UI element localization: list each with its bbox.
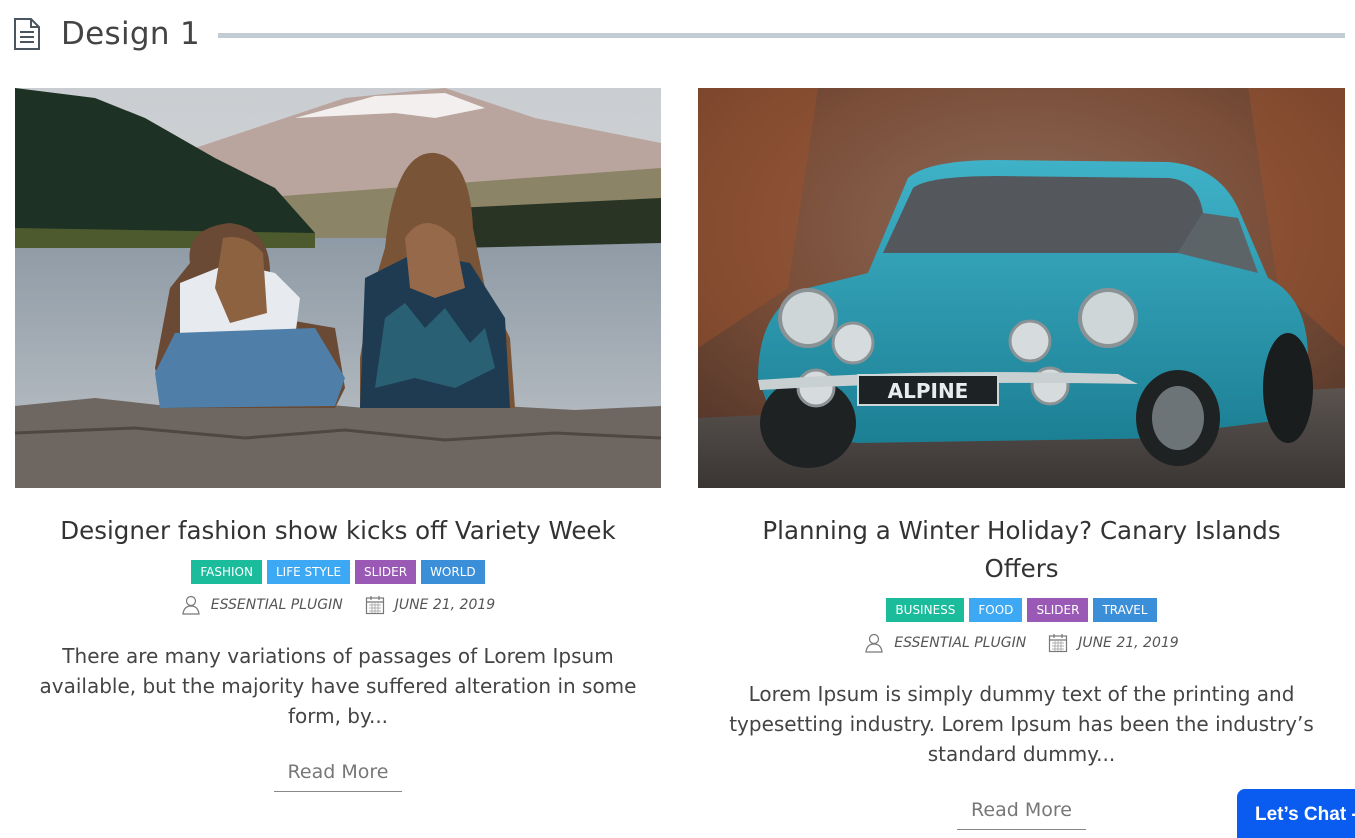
post-title[interactable]: Planning a Winter Holiday? Canary Island… xyxy=(698,512,1345,588)
date-text: JUNE 21, 2019 xyxy=(394,597,496,613)
post-date: JUNE 21, 2019 xyxy=(1048,633,1179,653)
tag-food[interactable]: FOOD xyxy=(969,598,1023,622)
calendar-icon xyxy=(1049,634,1068,653)
post-excerpt: There are many variations of passages of… xyxy=(39,644,637,728)
read-more-link[interactable]: Read More xyxy=(273,761,403,792)
tag-business[interactable]: BUSINESS xyxy=(886,598,965,622)
post-tags: FASHION LIFE STYLE SLIDER WORLD xyxy=(15,560,661,584)
post-author: ESSENTIAL PLUGIN xyxy=(181,595,343,615)
post-title[interactable]: Designer fashion show kicks off Variety … xyxy=(15,512,661,550)
tag-life-style[interactable]: LIFE STYLE xyxy=(266,560,351,584)
post-image-link[interactable] xyxy=(15,88,661,488)
post-excerpt: Lorem Ipsum is simply dummy text of the … xyxy=(729,682,1314,766)
tag-slider[interactable]: SLIDER xyxy=(355,560,417,584)
user-icon xyxy=(182,595,200,615)
read-more-wrap: Read More xyxy=(15,761,661,792)
date-text: JUNE 21, 2019 xyxy=(1078,635,1179,651)
author-name: ESSENTIAL PLUGIN xyxy=(210,597,343,613)
tag-slider[interactable]: SLIDER xyxy=(1027,598,1089,622)
chat-widget-button[interactable]: Let’s Chat - xyxy=(1237,789,1355,838)
section-title: Design 1 xyxy=(61,16,201,52)
post-image-car: ALPINE xyxy=(698,88,1345,488)
post-meta: ESSENTIAL PLUGIN JUNE 21, 2019 xyxy=(698,633,1345,653)
post-image-lake xyxy=(15,88,661,488)
tag-travel[interactable]: TRAVEL xyxy=(1093,598,1157,622)
post-meta: ESSENTIAL PLUGIN JUNE 21, 2019 xyxy=(15,595,661,615)
author-name: ESSENTIAL PLUGIN xyxy=(894,635,1027,651)
post-tags: BUSINESS FOOD SLIDER TRAVEL xyxy=(698,598,1345,622)
tag-fashion[interactable]: FASHION xyxy=(191,560,262,584)
user-icon xyxy=(865,633,883,653)
post-author: ESSENTIAL PLUGIN xyxy=(864,633,1026,653)
calendar-icon xyxy=(365,596,384,615)
post-date: JUNE 21, 2019 xyxy=(365,595,496,615)
section-header: Design 1 xyxy=(13,14,1345,54)
post-card: Designer fashion show kicks off Variety … xyxy=(15,88,661,792)
tag-world[interactable]: WORLD xyxy=(421,560,485,584)
read-more-link[interactable]: Read More xyxy=(957,799,1086,830)
document-icon xyxy=(14,18,40,50)
post-card: ALPINE Planning a Winter Holiday? Canary… xyxy=(698,88,1345,830)
page: Design 1 Designer fashion show kicks off… xyxy=(0,0,1355,838)
license-plate-text: ALPINE xyxy=(888,379,969,403)
section-divider xyxy=(218,32,1345,38)
post-image-link[interactable]: ALPINE xyxy=(698,88,1345,488)
